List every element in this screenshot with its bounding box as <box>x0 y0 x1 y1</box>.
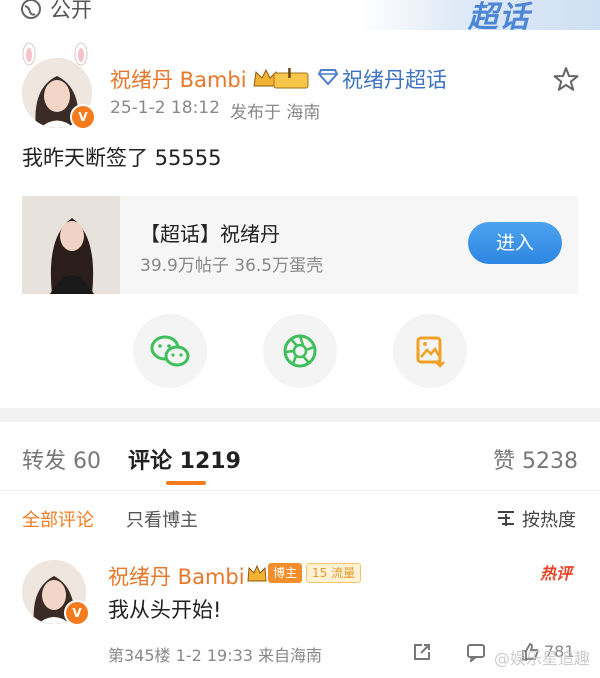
tab-like[interactable]: 赞 5238 <box>493 443 578 475</box>
comment-icon[interactable] <box>466 642 486 662</box>
post-location: 发布于 海南 <box>230 103 321 123</box>
hot-comment-tag: 热评 <box>540 564 573 583</box>
supertopic-watermark: 超话 <box>468 0 530 35</box>
wechat-icon <box>150 335 190 367</box>
post-timestamp: 25-1-2 18:12 <box>110 98 220 118</box>
visibility-label[interactable]: 公开 <box>50 0 92 24</box>
tabs-divider <box>0 490 600 491</box>
fan-level-badge: 15 流量 <box>306 563 362 583</box>
sort-icon[interactable] <box>496 508 516 528</box>
verified-badge-icon: V <box>70 104 96 130</box>
star-icon[interactable] <box>552 65 580 93</box>
sort-by-hot[interactable]: 按热度 <box>522 506 576 532</box>
share-wechat-button[interactable] <box>133 314 207 388</box>
filter-all-comments[interactable]: 全部评论 <box>22 506 94 532</box>
diamond-icon <box>318 69 338 86</box>
cover-portrait <box>22 196 120 294</box>
member-crown-icon <box>253 68 309 89</box>
share-moments-button[interactable] <box>263 314 337 388</box>
comment-meta: 第345楼 1-2 19:33 来自海南 <box>108 646 323 665</box>
moments-icon <box>283 334 317 368</box>
owner-badge: 博主 <box>268 563 303 583</box>
member-crown-icon <box>247 564 267 582</box>
watermark: @娱乐星追趣 <box>493 649 590 668</box>
supertopic-title: 【超话】祝绪丹 <box>140 222 280 246</box>
supertopic-cover-image <box>22 196 120 294</box>
supertopic-stats: 39.9万帖子 36.5万蛋壳 <box>140 256 324 276</box>
globe-icon <box>21 0 41 19</box>
supertopic-link[interactable]: 祝绪丹超话 <box>342 64 447 94</box>
section-separator <box>0 408 600 422</box>
commenter-name[interactable]: 祝绪丹 Bambi <box>108 561 245 591</box>
verified-badge-icon: V <box>64 600 90 626</box>
enter-button[interactable]: 进入 <box>468 222 562 264</box>
active-tab-indicator <box>166 481 206 485</box>
filter-owner-only[interactable]: 只看博主 <box>126 506 198 532</box>
post-body: 我昨天断签了 55555 <box>22 146 222 170</box>
tab-comment[interactable]: 评论 1219 <box>128 443 241 475</box>
author-name[interactable]: 祝绪丹 Bambi <box>110 64 247 94</box>
bunny-ear-right-icon <box>74 42 88 66</box>
save-image-icon <box>416 336 445 368</box>
tab-repost[interactable]: 转发 60 <box>22 443 101 475</box>
bunny-ear-left-icon <box>22 42 36 66</box>
comment-text: 我从头开始! <box>108 598 222 622</box>
save-image-button[interactable] <box>393 314 467 388</box>
share-icon[interactable] <box>412 642 432 662</box>
level-badge: I <box>287 67 292 82</box>
top-bar: 公开 超话 <box>0 0 600 35</box>
